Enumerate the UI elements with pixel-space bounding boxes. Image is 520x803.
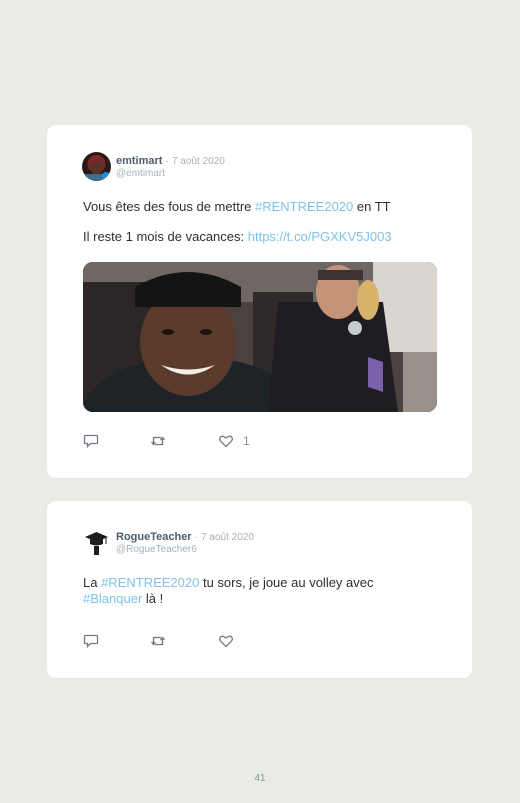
reply-icon — [83, 434, 99, 449]
heart-icon — [219, 435, 233, 448]
author-name[interactable]: emtimart — [116, 155, 162, 167]
reply-button[interactable] — [83, 433, 99, 449]
tweet-text: La — [83, 575, 102, 590]
tweet-text-line-1: La #RENTREE2020 tu sors, je joue au voll… — [83, 575, 374, 591]
heart-icon — [219, 635, 233, 648]
tweet-text: en TT — [353, 199, 391, 214]
reply-button[interactable] — [83, 633, 99, 649]
avatar-rogueteacher[interactable] — [82, 528, 111, 557]
tweet-text: tu sors, je joue au volley avec — [199, 575, 374, 590]
like-button[interactable] — [218, 633, 234, 649]
tweet-text: Il reste 1 mois de vacances: — [83, 229, 248, 244]
retweet-icon — [150, 636, 166, 646]
tweet-text-line-2: Il reste 1 mois de vacances: https://t.c… — [83, 229, 392, 245]
retweet-icon — [150, 436, 166, 446]
tweet-card-1: emtimart · 7 août 2020 @emtimart Vous êt… — [47, 125, 472, 478]
author-separator: · — [194, 532, 198, 543]
retweet-button[interactable] — [150, 633, 166, 649]
hashtag-link[interactable]: #RENTREE2020 — [255, 199, 353, 214]
avatar-emtimart[interactable] — [82, 152, 111, 181]
hashtag-link[interactable]: #Blanquer — [83, 591, 142, 606]
author-name[interactable]: RogueTeacher — [116, 531, 192, 543]
tweet-date[interactable]: 7 août 2020 — [172, 156, 225, 167]
tweet-media-photo[interactable] — [83, 262, 437, 412]
like-button[interactable]: 1 — [218, 433, 250, 449]
tweet-text-line-2: #Blanquer là ! — [83, 591, 163, 607]
author-separator: · — [165, 156, 169, 167]
tweet-date[interactable]: 7 août 2020 — [201, 532, 254, 543]
hashtag-link[interactable]: #RENTREE2020 — [101, 575, 199, 590]
tweet-text: là ! — [142, 591, 164, 606]
tweet-text-line-1: Vous êtes des fous de mettre #RENTREE202… — [83, 199, 391, 215]
page-number: 41 — [254, 773, 266, 784]
like-count: 1 — [243, 434, 250, 448]
url-link[interactable]: https://t.co/PGXKV5J003 — [248, 229, 392, 244]
author-handle[interactable]: @emtimart — [116, 167, 165, 180]
retweet-button[interactable] — [150, 433, 166, 449]
author-handle[interactable]: @RogueTeacher6 — [116, 543, 197, 556]
tweet-card-2: RogueTeacher · 7 août 2020 @RogueTeacher… — [47, 501, 472, 678]
tweet-text: Vous êtes des fous de mettre — [83, 199, 255, 214]
reply-icon — [83, 634, 99, 649]
